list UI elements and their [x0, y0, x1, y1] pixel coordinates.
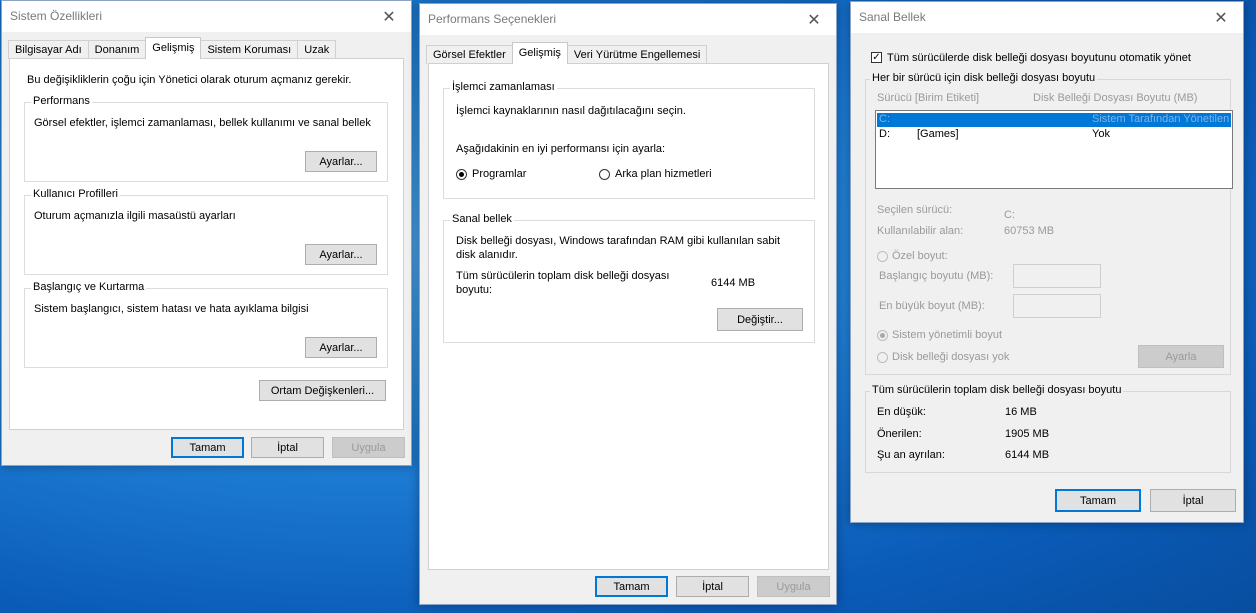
total-paging-group: Tüm sürücülerin toplam disk belleği dosy… — [865, 384, 1231, 473]
total-paging-label: Tüm sürücülerin toplam disk belleği dosy… — [870, 384, 1124, 396]
background-services-label: Arka plan hizmetleri — [615, 168, 712, 180]
background-services-radio[interactable] — [599, 169, 610, 180]
performance-settings-button[interactable]: Ayarlar... — [305, 151, 377, 172]
selected-drive-label: Seçilen sürücü: — [877, 204, 953, 216]
virtual-memory-label: Sanal bellek — [450, 213, 514, 225]
window-title: Sistem Özellikleri — [10, 9, 103, 23]
virtual-memory-window: Sanal Bellek ✕ ✓ Tüm sürücülerde disk be… — [850, 1, 1244, 523]
user-profiles-label: Kullanıcı Profilleri — [31, 188, 120, 200]
virtual-memory-desc-line2: disk alanıdır. — [456, 249, 518, 261]
initial-size-input[interactable] — [1013, 264, 1101, 288]
user-profiles-desc: Oturum açmanızla ilgili masaüstü ayarlar… — [34, 210, 236, 222]
max-size-input[interactable] — [1013, 294, 1101, 318]
tab-dep[interactable]: Veri Yürütme Engellemesi — [566, 45, 708, 64]
startup-recovery-label: Başlangıç ve Kurtarma — [31, 281, 147, 293]
startup-recovery-group: Başlangıç ve Kurtarma Sistem başlangıcı,… — [24, 281, 388, 368]
titlebar[interactable]: Performans Seçenekleri ✕ — [420, 4, 836, 35]
processor-scheduling-group: İşlemci zamanlaması İşlemci kaynaklarını… — [443, 81, 815, 199]
minimum-label: En düşük: — [877, 406, 926, 418]
tab-advanced[interactable]: Gelişmiş — [145, 37, 202, 59]
ok-button[interactable]: Tamam — [595, 576, 668, 597]
currently-allocated-value: 6144 MB — [1005, 449, 1050, 461]
cancel-button[interactable]: İptal — [251, 437, 324, 458]
drive-row-c[interactable]: C: Sistem Tarafından Yönetilen — [877, 113, 1231, 127]
close-icon[interactable]: ✕ — [1199, 2, 1243, 33]
titlebar[interactable]: Sistem Özellikleri ✕ — [2, 1, 411, 32]
tab-strip: Görsel Efektler Gelişmiş Veri Yürütme En… — [426, 42, 708, 64]
cancel-button[interactable]: İptal — [1150, 489, 1236, 512]
titlebar[interactable]: Sanal Bellek ✕ — [851, 2, 1243, 33]
advanced-panel: İşlemci zamanlaması İşlemci kaynaklarını… — [428, 63, 829, 570]
close-icon[interactable]: ✕ — [367, 1, 411, 32]
user-profiles-group: Kullanıcı Profilleri Oturum açmanızla il… — [24, 188, 388, 275]
apply-button[interactable]: Uygula — [332, 437, 405, 458]
cancel-button[interactable]: İptal — [676, 576, 749, 597]
system-managed-radio[interactable] — [877, 330, 888, 341]
auto-manage-checkbox[interactable]: ✓ — [871, 52, 882, 63]
minimum-value: 16 MB — [1005, 406, 1037, 418]
adjust-for-label: Aşağıdakinin en iyi performansı için aya… — [456, 143, 666, 155]
window-title: Performans Seçenekleri — [428, 12, 557, 26]
custom-size-label: Özel boyut: — [892, 250, 948, 262]
recommended-label: Önerilen: — [877, 428, 922, 440]
available-space-value: 60753 MB — [1004, 225, 1055, 237]
programs-label: Programlar — [472, 168, 527, 180]
tab-strip: Bilgisayar Adı Donanım Gelişmiş Sistem K… — [8, 37, 337, 59]
programs-radio[interactable] — [456, 169, 467, 180]
close-icon[interactable]: ✕ — [792, 4, 836, 35]
no-paging-radio[interactable] — [877, 352, 888, 363]
startup-recovery-settings-button[interactable]: Ayarlar... — [305, 337, 377, 358]
ok-button[interactable]: Tamam — [171, 437, 244, 458]
total-paging-label-line1: Tüm sürücülerin toplam disk belleği dosy… — [456, 270, 670, 282]
performance-desc: Görsel efektler, işlemci zamanlaması, be… — [34, 117, 371, 129]
tab-advanced[interactable]: Gelişmiş — [511, 42, 568, 64]
tab-visual-effects[interactable]: Görsel Efektler — [426, 45, 513, 64]
processor-scheduling-label: İşlemci zamanlaması — [450, 81, 557, 93]
user-profiles-settings-button[interactable]: Ayarlar... — [305, 244, 377, 265]
processor-scheduling-desc: İşlemci kaynaklarının nasıl dağıtılacağı… — [456, 105, 686, 117]
system-managed-label: Sistem yönetimli boyut — [892, 329, 1003, 341]
tab-remote[interactable]: Uzak — [297, 40, 337, 59]
initial-size-label: Başlangıç boyutu (MB): — [879, 270, 994, 282]
max-size-label: En büyük boyut (MB): — [879, 300, 985, 312]
performance-label: Performans — [31, 95, 92, 107]
set-button[interactable]: Ayarla — [1138, 345, 1224, 368]
column-size-header: Disk Belleği Dosyası Boyutu (MB) — [1033, 92, 1198, 104]
change-button[interactable]: Değiştir... — [717, 308, 803, 331]
window-title: Sanal Bellek — [859, 10, 926, 24]
startup-recovery-desc: Sistem başlangıcı, sistem hatası ve hata… — [34, 303, 309, 315]
apply-button[interactable]: Uygula — [757, 576, 830, 597]
total-paging-value: 6144 MB — [711, 277, 756, 289]
advanced-panel: Bu değişikliklerin çoğu için Yönetici ol… — [9, 58, 404, 430]
performance-options-window: Performans Seçenekleri ✕ Görsel Efektler… — [419, 3, 837, 605]
column-drive-header: Sürücü [Birim Etiketi] — [877, 92, 980, 104]
tab-system-protection[interactable]: Sistem Koruması — [200, 40, 299, 59]
currently-allocated-label: Şu an ayrılan: — [877, 449, 945, 461]
drive-list[interactable]: C: Sistem Tarafından Yönetilen D: [Games… — [875, 110, 1233, 189]
performance-group: Performans Görsel efektler, işlemci zama… — [24, 95, 388, 182]
drive-row-d[interactable]: D: [Games] Yok — [877, 128, 1231, 142]
available-space-label: Kullanılabilir alan: — [877, 225, 964, 237]
environment-variables-button[interactable]: Ortam Değişkenleri... — [259, 380, 386, 401]
auto-manage-label: Tüm sürücülerde disk belleği dosyası boy… — [887, 52, 1191, 64]
tab-computer-name[interactable]: Bilgisayar Adı — [8, 40, 89, 59]
selected-drive-value: C: — [1004, 209, 1015, 221]
ok-button[interactable]: Tamam — [1055, 489, 1141, 512]
virtual-memory-desc-line1: Disk belleği dosyası, Windows tarafından… — [456, 235, 781, 247]
system-properties-window: Sistem Özellikleri ✕ Bilgisayar Adı Dona… — [1, 0, 412, 466]
total-paging-label-line2: boyutu: — [456, 284, 493, 296]
tab-hardware[interactable]: Donanım — [87, 40, 147, 59]
custom-size-radio[interactable] — [877, 251, 888, 262]
recommended-value: 1905 MB — [1005, 428, 1050, 440]
no-paging-label: Disk belleği dosyası yok — [892, 351, 1010, 363]
per-drive-group: Her bir sürücü için disk belleği dosyası… — [865, 72, 1233, 375]
per-drive-label: Her bir sürücü için disk belleği dosyası… — [870, 72, 1098, 84]
virtual-memory-group: Sanal bellek Disk belleği dosyası, Windo… — [443, 213, 815, 343]
admin-note: Bu değişikliklerin çoğu için Yönetici ol… — [27, 74, 352, 86]
